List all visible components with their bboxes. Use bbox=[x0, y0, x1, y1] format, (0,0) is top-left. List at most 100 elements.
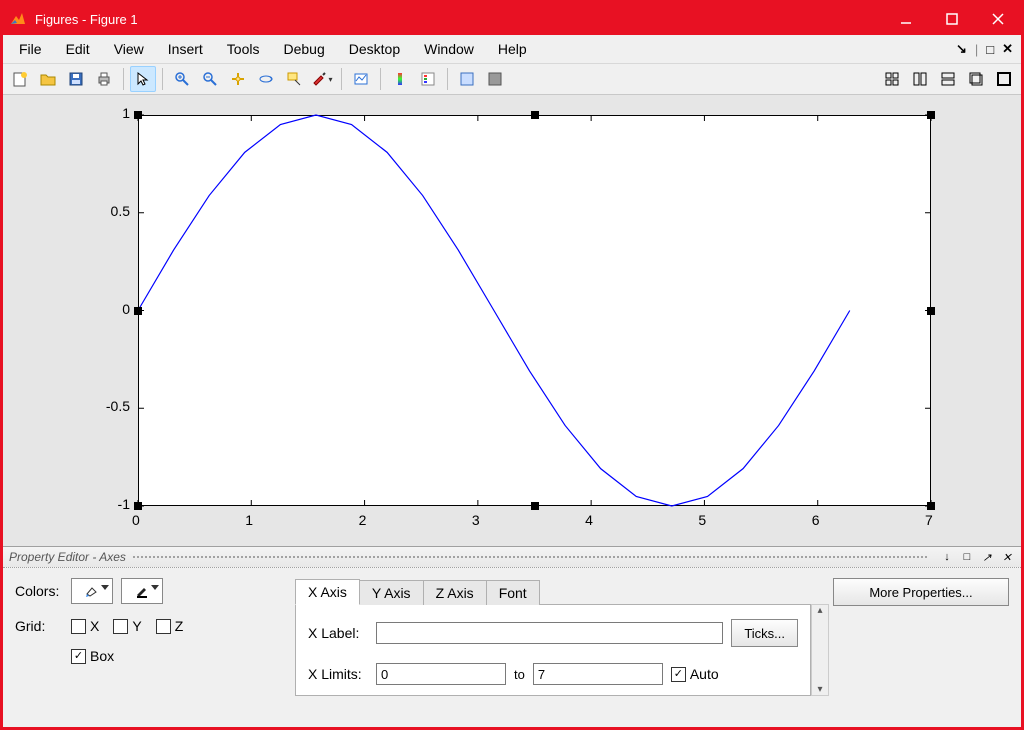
grid-x-checkbox[interactable]: X bbox=[71, 618, 99, 634]
save-icon[interactable] bbox=[63, 66, 89, 92]
menubar: File Edit View Insert Tools Debug Deskto… bbox=[3, 35, 1021, 64]
scroll-down-icon[interactable]: ▾ bbox=[817, 684, 822, 695]
ytick-label: 0.5 bbox=[90, 203, 130, 219]
doc-minimize-icon[interactable]: ↘ bbox=[952, 39, 971, 59]
property-editor-panel: Property Editor - Axes ↓ □ ↗ ✕ Colors: bbox=[3, 546, 1021, 727]
menu-file[interactable]: File bbox=[7, 37, 54, 61]
doc-close-icon[interactable]: ✕ bbox=[998, 39, 1017, 59]
menu-edit[interactable]: Edit bbox=[54, 37, 102, 61]
window-title: Figures - Figure 1 bbox=[35, 12, 883, 27]
tabpage-xaxis: X Label: Ticks... X Limits: to ✓Auto bbox=[295, 604, 811, 696]
menu-tools[interactable]: Tools bbox=[215, 37, 272, 61]
edge-color-button[interactable] bbox=[121, 578, 163, 604]
ytick-label: 0 bbox=[90, 301, 130, 317]
xlim-auto-checkbox[interactable]: ✓Auto bbox=[671, 666, 719, 682]
xtick-label: 4 bbox=[585, 512, 593, 528]
grid-y-checkbox[interactable]: Y bbox=[113, 618, 141, 634]
selection-handle[interactable] bbox=[927, 502, 935, 510]
legend-icon[interactable] bbox=[415, 66, 441, 92]
axis-tabstrip: X Axis Y Axis Z Axis Font bbox=[295, 578, 829, 604]
selection-handle[interactable] bbox=[927, 111, 935, 119]
datacursor-icon[interactable] bbox=[281, 66, 307, 92]
face-color-button[interactable] bbox=[71, 578, 113, 604]
menu-window[interactable]: Window bbox=[412, 37, 486, 61]
toolbar-divider bbox=[162, 68, 163, 90]
menu-insert[interactable]: Insert bbox=[156, 37, 215, 61]
close-button[interactable] bbox=[975, 3, 1021, 35]
minimize-button[interactable] bbox=[883, 3, 929, 35]
ytick-label: -0.5 bbox=[90, 398, 130, 414]
toolbar-divider bbox=[123, 68, 124, 90]
xtick-label: 7 bbox=[925, 512, 933, 528]
grid-z-checkbox[interactable]: Z bbox=[156, 618, 184, 634]
layout-2x2-icon[interactable] bbox=[879, 66, 905, 92]
prop-tabs-column: X Axis Y Axis Z Axis Font X Label: Ticks… bbox=[295, 578, 829, 717]
tab-font[interactable]: Font bbox=[486, 580, 540, 605]
colors-label: Colors: bbox=[15, 583, 63, 599]
scroll-up-icon[interactable]: ▴ bbox=[817, 605, 822, 616]
brush-icon[interactable]: ▾ bbox=[309, 66, 335, 92]
layout-float-icon[interactable] bbox=[963, 66, 989, 92]
property-editor-title: Property Editor - Axes bbox=[9, 550, 126, 564]
layout-max-icon[interactable] bbox=[991, 66, 1017, 92]
zoom-in-icon[interactable] bbox=[169, 66, 195, 92]
link-plot-icon[interactable] bbox=[348, 66, 374, 92]
xlabel-input[interactable] bbox=[376, 622, 723, 644]
menu-help[interactable]: Help bbox=[486, 37, 539, 61]
more-properties-button[interactable]: More Properties... bbox=[833, 578, 1009, 606]
toolbar: ▾ bbox=[3, 64, 1021, 95]
selection-handle[interactable] bbox=[531, 502, 539, 510]
xlimits-caption: X Limits: bbox=[308, 666, 368, 682]
pan-icon[interactable] bbox=[225, 66, 251, 92]
menu-desktop[interactable]: Desktop bbox=[337, 37, 412, 61]
toolbar-divider bbox=[341, 68, 342, 90]
xlabel-caption: X Label: bbox=[308, 625, 368, 641]
figure-canvas[interactable]: 01234567-1-0.500.51 bbox=[3, 95, 1021, 546]
prop-right-column: More Properties... bbox=[849, 578, 1009, 717]
selection-handle[interactable] bbox=[927, 307, 935, 315]
panel-collapse-icon[interactable]: ↓ bbox=[939, 549, 955, 565]
xlim-to-input[interactable] bbox=[533, 663, 663, 685]
layout-left-right-icon[interactable] bbox=[907, 66, 933, 92]
new-figure-icon[interactable] bbox=[7, 66, 33, 92]
tile-single-icon[interactable] bbox=[454, 66, 480, 92]
panel-undock-icon[interactable]: ↗ bbox=[979, 549, 995, 565]
header-dots bbox=[132, 555, 929, 559]
tabpage-scrollbar[interactable]: ▴ ▾ bbox=[811, 604, 829, 696]
ticks-button[interactable]: Ticks... bbox=[731, 619, 798, 647]
xlim-to-word: to bbox=[514, 667, 525, 682]
colorbar-icon[interactable] bbox=[387, 66, 413, 92]
selection-handle[interactable] bbox=[134, 502, 142, 510]
selection-handle[interactable] bbox=[134, 111, 142, 119]
property-editor-header: Property Editor - Axes ↓ □ ↗ ✕ bbox=[3, 547, 1021, 568]
doc-restore-icon[interactable]: □ bbox=[982, 40, 998, 59]
tab-yaxis[interactable]: Y Axis bbox=[359, 580, 424, 605]
xtick-label: 1 bbox=[245, 512, 253, 528]
tile-grid-icon[interactable] bbox=[482, 66, 508, 92]
xtick-label: 2 bbox=[359, 512, 367, 528]
open-icon[interactable] bbox=[35, 66, 61, 92]
tab-zaxis[interactable]: Z Axis bbox=[423, 580, 487, 605]
maximize-button[interactable] bbox=[929, 3, 975, 35]
property-editor-body: Colors: Grid: X Y Z bbox=[3, 568, 1021, 727]
axes-container: 01234567-1-0.500.51 bbox=[3, 95, 1021, 546]
menu-debug[interactable]: Debug bbox=[271, 37, 336, 61]
rotate3d-icon[interactable] bbox=[253, 66, 279, 92]
selection-handle[interactable] bbox=[531, 111, 539, 119]
box-checkbox[interactable]: ✓Box bbox=[71, 648, 114, 664]
layout-top-bottom-icon[interactable] bbox=[935, 66, 961, 92]
toolbar-divider bbox=[447, 68, 448, 90]
tab-xaxis[interactable]: X Axis bbox=[295, 579, 360, 605]
selection-handle[interactable] bbox=[134, 307, 142, 315]
print-icon[interactable] bbox=[91, 66, 117, 92]
doc-controls: ↘ | □ ✕ bbox=[952, 39, 1017, 59]
panel-close-icon[interactable]: ✕ bbox=[999, 549, 1015, 565]
axes[interactable] bbox=[138, 115, 931, 506]
xlim-from-input[interactable] bbox=[376, 663, 506, 685]
menu-view[interactable]: View bbox=[102, 37, 156, 61]
xtick-label: 5 bbox=[698, 512, 706, 528]
toolbar-divider bbox=[380, 68, 381, 90]
zoom-out-icon[interactable] bbox=[197, 66, 223, 92]
pointer-icon[interactable] bbox=[130, 66, 156, 92]
panel-max-icon[interactable]: □ bbox=[959, 549, 975, 565]
